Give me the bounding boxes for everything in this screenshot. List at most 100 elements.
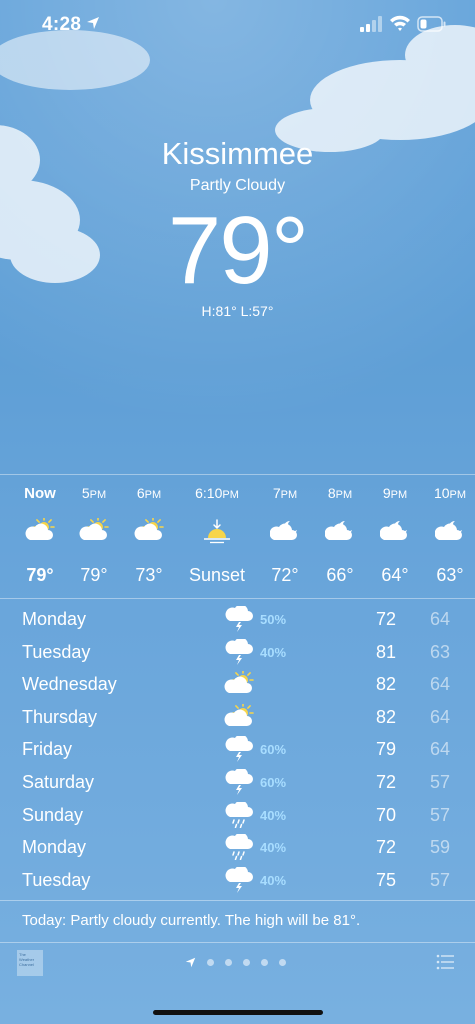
thunderstorm-icon bbox=[225, 736, 253, 763]
hour-time-suffix: PM bbox=[449, 489, 467, 501]
partly-cloudy-icon bbox=[224, 671, 254, 694]
precipitation-chance: 60% bbox=[260, 742, 287, 758]
hour-temperature: 63° bbox=[436, 565, 464, 585]
rain-icon bbox=[225, 801, 253, 828]
weather-channel-logo-text: The Weather Channel bbox=[19, 952, 35, 967]
partly-cloudy-icon bbox=[25, 518, 55, 540]
page-dot[interactable] bbox=[261, 958, 268, 966]
daily-row: Monday 50% 72 64 bbox=[0, 603, 475, 635]
hour-time-value: 8 bbox=[327, 485, 336, 501]
page-dot[interactable] bbox=[243, 958, 250, 966]
footer-bar: The Weather Channel bbox=[0, 943, 475, 983]
wifi-icon bbox=[390, 15, 410, 31]
day-high: 72 bbox=[376, 609, 397, 629]
thunderstorm-icon bbox=[225, 638, 253, 665]
partly-cloudy-icon bbox=[79, 518, 109, 540]
precipitation-chance: 60% bbox=[260, 775, 287, 790]
location-arrow-icon bbox=[87, 17, 99, 29]
daily-row: Tuesday 40% 75 57 bbox=[0, 864, 475, 896]
page-dot[interactable] bbox=[225, 958, 232, 966]
weather-channel-logo[interactable]: The Weather Channel bbox=[17, 950, 43, 976]
day-low: 57 bbox=[430, 772, 451, 792]
hour-time-suffix: PM bbox=[222, 489, 239, 501]
day-name: Saturday bbox=[22, 772, 95, 792]
day-low: 59 bbox=[430, 837, 451, 858]
day-low: 64 bbox=[430, 739, 451, 760]
thunderstorm-icon bbox=[225, 866, 253, 893]
hour-time-suffix: PM bbox=[280, 489, 298, 501]
hour-time: 7PM bbox=[255, 485, 315, 501]
hour-time-value: 6:10 bbox=[195, 485, 223, 501]
day-name: Sunday bbox=[22, 804, 84, 825]
hour-temperature: 73° bbox=[135, 565, 163, 585]
hour-temperature: 64° bbox=[381, 565, 409, 585]
daily-row: Thursday 82 64 bbox=[0, 701, 475, 733]
daily-row: Wednesday 82 64 bbox=[0, 668, 475, 700]
partly-cloudy-night-icon bbox=[325, 521, 352, 540]
day-name: Wednesday bbox=[22, 674, 117, 695]
day-high: 72 bbox=[376, 772, 397, 792]
day-name: Monday bbox=[22, 837, 87, 858]
day-high: 82 bbox=[376, 706, 397, 727]
hour-time-suffix: PM bbox=[390, 489, 408, 501]
today-summary: Today: Partly cloudy currently. The high… bbox=[22, 912, 361, 929]
battery-icon bbox=[417, 16, 446, 32]
partly-cloudy-icon bbox=[134, 518, 164, 540]
day-low: 63 bbox=[430, 641, 451, 662]
day-low: 57 bbox=[430, 804, 451, 825]
home-indicator[interactable] bbox=[153, 1010, 323, 1015]
precipitation-chance: 40% bbox=[260, 872, 287, 888]
hour-time: 10PM bbox=[420, 485, 475, 501]
partly-cloudy-night-icon bbox=[380, 521, 407, 540]
day-high: 82 bbox=[376, 674, 397, 695]
hour-time-value: 7 bbox=[272, 485, 281, 501]
status-time: 4:28 bbox=[42, 14, 82, 35]
page-indicator[interactable] bbox=[185, 955, 286, 969]
hour-time: 8PM bbox=[310, 485, 370, 501]
list-icon[interactable] bbox=[436, 954, 454, 970]
day-low: 57 bbox=[430, 869, 451, 890]
day-low: 64 bbox=[430, 609, 451, 629]
daily-row: Friday 60% 79 64 bbox=[0, 733, 475, 765]
hour-time: 6:10PM bbox=[187, 485, 247, 501]
hour-time-value: 6 bbox=[136, 485, 145, 501]
sunset-icon bbox=[204, 519, 230, 544]
high-low-temperature: H:81° L:57° bbox=[201, 303, 274, 319]
hour-time: 5PM bbox=[64, 485, 124, 501]
day-name: Tuesday bbox=[22, 869, 91, 890]
cellular-signal-icon bbox=[360, 16, 382, 32]
hour-temperature: 66° bbox=[326, 565, 354, 585]
hour-time-value: 10 bbox=[433, 485, 450, 501]
location-arrow-icon bbox=[185, 957, 196, 967]
divider bbox=[0, 474, 475, 475]
precipitation-chance: 50% bbox=[260, 612, 287, 627]
current-temperature: 79° bbox=[167, 197, 309, 304]
day-name: Friday bbox=[22, 739, 73, 760]
hour-time: 9PM bbox=[365, 485, 425, 501]
page-dot[interactable] bbox=[279, 958, 286, 966]
daily-row: Monday 40% 72 59 bbox=[0, 831, 475, 863]
day-low: 64 bbox=[430, 674, 451, 695]
hour-time-value: 9 bbox=[382, 485, 391, 501]
day-high: 81 bbox=[376, 641, 397, 662]
divider bbox=[0, 598, 475, 599]
partly-cloudy-night-icon bbox=[435, 521, 462, 540]
precipitation-chance: 40% bbox=[260, 644, 287, 660]
divider bbox=[0, 900, 475, 901]
hour-time-value: Now bbox=[24, 485, 56, 502]
hour-time: 6PM bbox=[119, 485, 179, 501]
hour-time-suffix: PM bbox=[89, 489, 107, 501]
rain-icon bbox=[225, 834, 253, 861]
day-high: 70 bbox=[376, 804, 397, 825]
day-name: Thursday bbox=[22, 706, 98, 727]
thunderstorm-icon bbox=[225, 769, 253, 795]
hourly-forecast[interactable]: Now 79° 5PM 79° 6PM 73° 6:10PM Sunset 7PM 72° 8PM… bbox=[0, 476, 475, 598]
day-name: Monday bbox=[22, 609, 87, 629]
day-high: 79 bbox=[376, 739, 397, 760]
hour-temperature: Sunset bbox=[188, 565, 246, 585]
page-dot[interactable] bbox=[207, 958, 214, 966]
current-condition: Partly Cloudy bbox=[189, 177, 286, 194]
hour-temperature: 72° bbox=[271, 565, 299, 585]
hour-time: Now bbox=[10, 485, 70, 502]
thunderstorm-icon bbox=[225, 606, 253, 632]
